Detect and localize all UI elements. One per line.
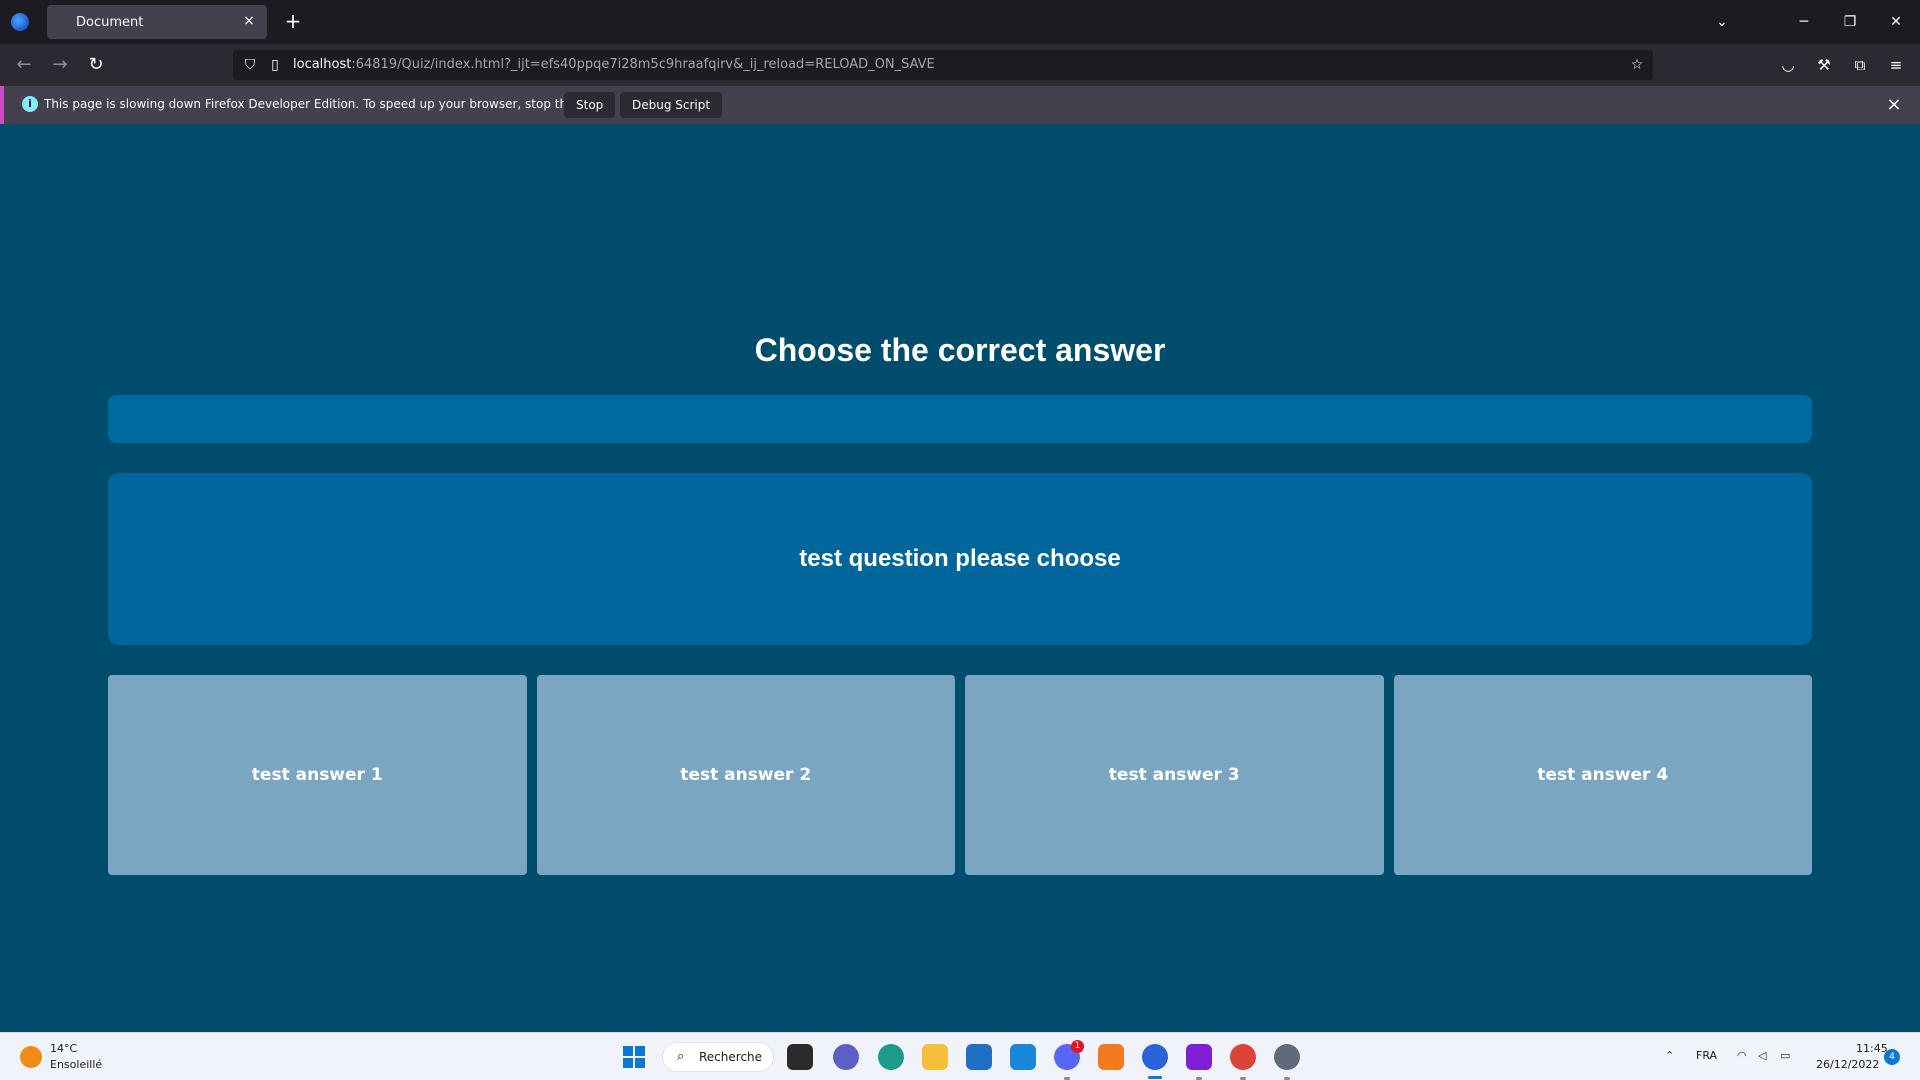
volume-icon[interactable]: ◁	[1758, 1049, 1766, 1062]
firefox-active-indicator	[1148, 1076, 1162, 1079]
slow-script-notification: i This page is slowing down Firefox Deve…	[0, 86, 1920, 124]
minimize-button[interactable]: ─	[1791, 10, 1817, 34]
page-title: Choose the correct answer	[754, 332, 1166, 368]
weather-description[interactable]: Ensoleillé	[50, 1058, 102, 1071]
mail-icon[interactable]	[1010, 1044, 1036, 1070]
file-explorer-icon[interactable]	[922, 1044, 948, 1070]
url-bar[interactable]: ⛉ ▯ localhost:64819/Quiz/index.html?_ijt…	[233, 50, 1653, 80]
weather-sun-icon[interactable]	[20, 1046, 42, 1068]
task-view-icon[interactable]	[787, 1044, 813, 1070]
show-hidden-icons-icon[interactable]: ⌃	[1665, 1049, 1674, 1062]
answer-button-2[interactable]: test answer 2	[536, 675, 955, 875]
tab-strip: Document × + ⌄ ─ ❐ ✕	[0, 0, 1920, 44]
stop-button[interactable]: Stop	[564, 92, 616, 118]
shield-icon[interactable]: ⛉	[241, 56, 259, 74]
new-tab-button[interactable]: +	[281, 10, 305, 34]
question-text: test question please choose	[799, 545, 1121, 572]
notification-close-icon[interactable]: ×	[1882, 93, 1906, 117]
clock-time[interactable]: 11:45	[1856, 1042, 1888, 1055]
extensions-icon[interactable]: ⧉	[1847, 52, 1873, 78]
url-path: :64819/Quiz/index.html?_ijt=efs40ppqe7i2…	[351, 57, 935, 72]
pocket-icon[interactable]: ◡	[1775, 52, 1801, 78]
answer-button-1[interactable]: test answer 1	[108, 675, 527, 875]
url-host: localhost	[293, 57, 352, 72]
forward-icon[interactable]: →	[47, 52, 73, 78]
list-all-tabs-icon[interactable]: ⌄	[1709, 10, 1735, 34]
progress-bar	[108, 395, 1812, 443]
tab-title: Document	[76, 14, 144, 30]
page-icon[interactable]: ▯	[266, 56, 284, 74]
bookmark-star-icon[interactable]: ☆	[1628, 56, 1646, 74]
taskbar: 14°C Ensoleillé ⌕ Recherche 1 ⌃ FRA ◠ ◁ …	[0, 1032, 1920, 1080]
back-icon[interactable]: ←	[11, 52, 37, 78]
answers-grid: test answer 1 test answer 2 test answer …	[108, 675, 1812, 875]
wifi-icon[interactable]: ◠	[1737, 1049, 1747, 1062]
debug-script-button[interactable]: Debug Script	[620, 92, 723, 118]
answer-button-3[interactable]: test answer 3	[965, 675, 1384, 875]
discord-badge: 1	[1071, 1040, 1084, 1053]
notification-text: This page is slowing down Firefox Develo…	[44, 97, 615, 111]
discord-icon[interactable]: 1	[1054, 1040, 1084, 1070]
close-window-button[interactable]: ✕	[1883, 10, 1909, 34]
weather-temperature[interactable]: 14°C	[50, 1042, 77, 1055]
notification-count-badge[interactable]: 4	[1884, 1049, 1900, 1065]
url-text[interactable]: localhost:64819/Quiz/index.html?_ijt=efs…	[293, 57, 935, 72]
search-button[interactable]: ⌕ Recherche	[662, 1042, 774, 1072]
search-label: Recherche	[699, 1050, 763, 1064]
quiz-page: Choose the correct answer test question …	[0, 124, 1920, 1032]
microsoft-store-icon[interactable]	[966, 1044, 992, 1070]
navigation-bar: ← → ↻ ⛉ ▯ localhost:64819/Quiz/index.htm…	[0, 44, 1920, 86]
phpstorm-icon[interactable]	[1186, 1044, 1212, 1070]
clock-date[interactable]: 26/12/2022	[1816, 1058, 1879, 1071]
menu-icon[interactable]: ≡	[1883, 52, 1909, 78]
teams-chat-icon[interactable]	[833, 1044, 859, 1070]
xampp-icon[interactable]	[1098, 1044, 1124, 1070]
restore-button[interactable]: ❐	[1837, 10, 1863, 34]
chrome-icon[interactable]	[1230, 1044, 1256, 1070]
firefox-taskbar-icon[interactable]	[1142, 1044, 1168, 1070]
info-icon: i	[22, 96, 38, 112]
settings-icon[interactable]	[1274, 1044, 1300, 1070]
language-indicator[interactable]: FRA	[1696, 1049, 1717, 1062]
question-box: test question please choose	[108, 473, 1812, 645]
battery-icon[interactable]: ▭	[1780, 1049, 1790, 1062]
firefox-logo-icon[interactable]	[11, 13, 29, 31]
tab-document[interactable]: Document ×	[47, 5, 267, 39]
answer-button-4[interactable]: test answer 4	[1393, 675, 1812, 875]
start-icon[interactable]	[623, 1046, 645, 1068]
search-icon: ⌕	[677, 1049, 685, 1064]
tab-close-icon[interactable]: ×	[241, 13, 257, 29]
reload-icon[interactable]: ↻	[83, 52, 109, 78]
developer-tools-icon[interactable]: ⚒	[1811, 52, 1837, 78]
edge-icon[interactable]	[878, 1044, 904, 1070]
